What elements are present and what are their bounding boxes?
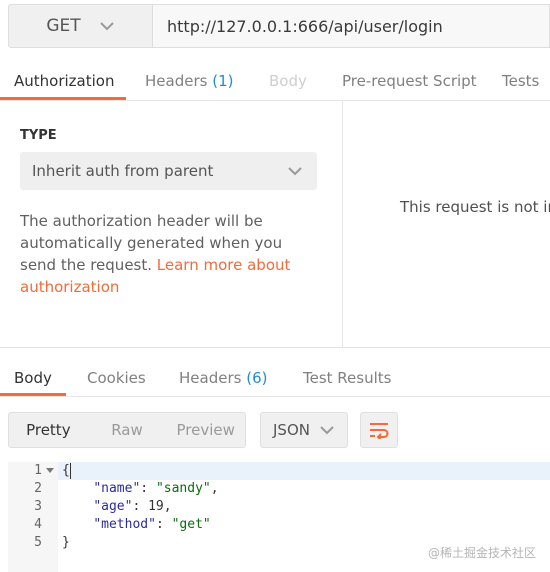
tab-headers[interactable]: Headers (1) bbox=[145, 72, 233, 90]
json-value: "sandy" bbox=[155, 481, 211, 496]
code-brace-open: { bbox=[62, 463, 70, 478]
tab-headers-count: (1) bbox=[212, 72, 234, 90]
json-colon: : bbox=[155, 517, 172, 532]
chevron-down-icon bbox=[99, 22, 114, 31]
json-comma: , bbox=[163, 499, 172, 514]
active-line-highlight bbox=[58, 462, 550, 480]
method-label: GET bbox=[46, 16, 81, 36]
url-input[interactable]: http://127.0.0.1:666/api/user/login bbox=[152, 4, 550, 48]
tab-authorization[interactable]: Authorization bbox=[14, 72, 114, 90]
format-select[interactable]: JSON bbox=[260, 412, 348, 448]
chevron-down-icon bbox=[288, 167, 302, 176]
section-divider bbox=[0, 347, 550, 348]
auth-type-select[interactable]: Inherit auth from parent bbox=[20, 152, 317, 190]
auth-info-message: This request is not inh bbox=[400, 198, 550, 216]
line-number: 2 bbox=[34, 481, 42, 496]
watermark: @稀土掘金技术社区 bbox=[427, 546, 536, 560]
auth-type-label: TYPE bbox=[20, 128, 57, 143]
code-line: "name": "sandy", bbox=[62, 480, 219, 498]
divider bbox=[0, 100, 550, 101]
tab-response-headers-label: Headers bbox=[179, 369, 242, 387]
text-cursor bbox=[70, 463, 71, 479]
line-number: 4 bbox=[34, 517, 42, 532]
code-line: "age": 19, bbox=[62, 498, 172, 516]
fold-arrow-icon[interactable] bbox=[46, 468, 54, 473]
json-colon: : bbox=[140, 481, 156, 496]
pretty-button[interactable]: Pretty bbox=[9, 421, 88, 439]
tab-tests[interactable]: Tests bbox=[502, 72, 539, 90]
tab-body[interactable]: Body bbox=[269, 72, 307, 90]
code-brace-close: } bbox=[62, 535, 70, 550]
wrap-lines-icon bbox=[370, 423, 389, 439]
divider bbox=[0, 396, 550, 397]
tab-response-body[interactable]: Body bbox=[14, 369, 52, 387]
tab-headers-label: Headers bbox=[145, 72, 208, 90]
json-key: "name" bbox=[93, 481, 141, 496]
line-number: 1 bbox=[34, 463, 42, 478]
code-line: { bbox=[62, 462, 70, 480]
auth-description: The authorization header will be automat… bbox=[20, 210, 320, 298]
json-colon: : bbox=[132, 499, 149, 514]
wrap-lines-button[interactable] bbox=[360, 412, 398, 448]
tab-response-headers-count: (6) bbox=[246, 369, 268, 387]
code-line: } bbox=[62, 534, 70, 552]
pane-divider bbox=[342, 101, 343, 347]
json-key: "age" bbox=[93, 499, 133, 514]
json-value: "get" bbox=[171, 517, 211, 532]
tab-pre-request-script[interactable]: Pre-request Script bbox=[342, 72, 477, 90]
code-line: "method": "get" bbox=[62, 516, 211, 534]
view-mode-group: Pretty Raw Preview bbox=[8, 412, 246, 448]
method-select[interactable]: GET bbox=[8, 4, 152, 48]
json-value: 19 bbox=[148, 499, 164, 514]
line-number: 5 bbox=[34, 535, 42, 550]
tab-test-results[interactable]: Test Results bbox=[303, 369, 391, 387]
url-text: http://127.0.0.1:666/api/user/login bbox=[167, 16, 443, 36]
auth-type-value: Inherit auth from parent bbox=[32, 162, 214, 180]
format-value: JSON bbox=[273, 421, 310, 439]
chevron-down-icon bbox=[320, 426, 334, 435]
json-comma: , bbox=[210, 481, 219, 496]
tab-cookies[interactable]: Cookies bbox=[87, 369, 146, 387]
preview-button[interactable]: Preview bbox=[166, 421, 245, 439]
line-number: 3 bbox=[34, 499, 42, 514]
tab-response-headers[interactable]: Headers (6) bbox=[179, 369, 267, 387]
json-key: "method" bbox=[93, 517, 156, 532]
raw-button[interactable]: Raw bbox=[88, 421, 167, 439]
